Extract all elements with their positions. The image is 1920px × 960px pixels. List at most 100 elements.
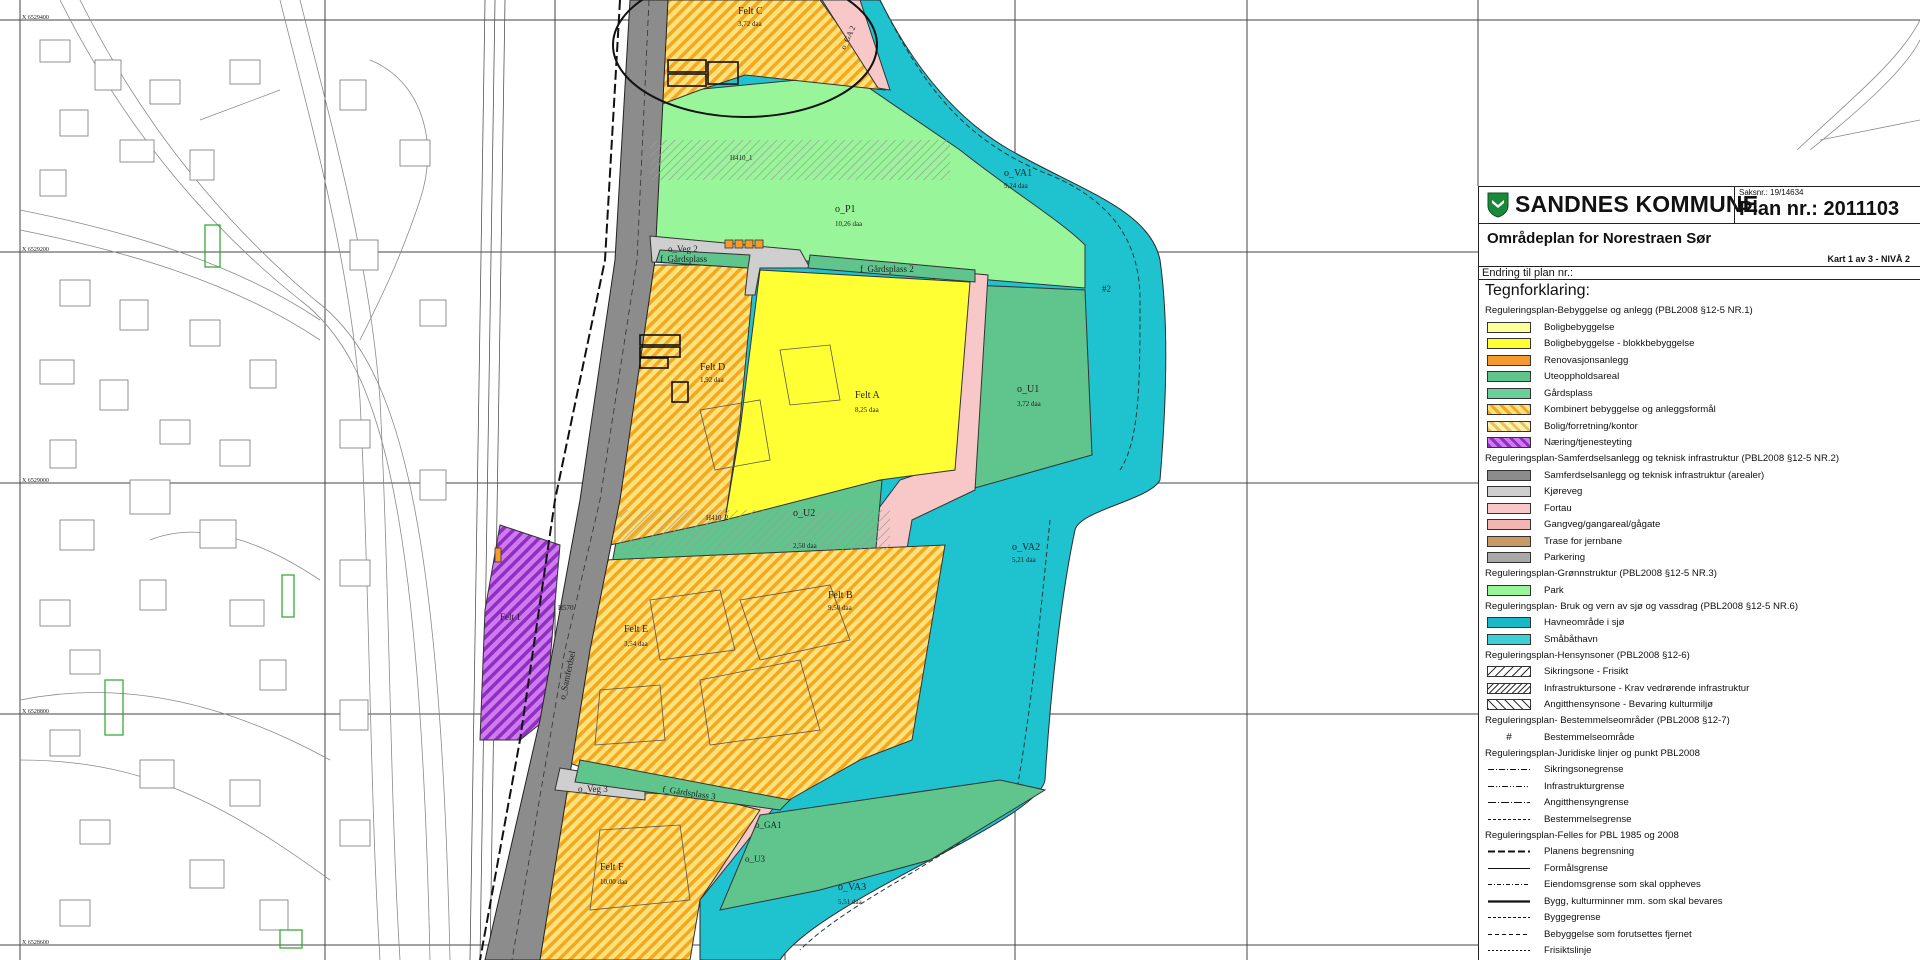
legend-symbol: # — [1506, 731, 1512, 743]
coord-label-2: X 6529200 — [22, 247, 49, 253]
legend-row: Bebyggelse som forutsettes fjernet — [1485, 926, 1920, 943]
legend-line-sample — [1487, 912, 1531, 923]
legend-row: Eiendomsgrense som skal oppheves — [1485, 877, 1920, 894]
legend-line-sample — [1487, 764, 1531, 775]
legend-row: Bolig/forretning/kontor — [1485, 418, 1920, 435]
legend-row: Bygg, kulturminner mm. som skal bevares — [1485, 893, 1920, 910]
legend-swatch — [1487, 469, 1531, 481]
plan-number: Plan nr.: 2011103 — [1739, 198, 1900, 220]
kommune-title: SANDNES KOMMUNE — [1515, 191, 1759, 217]
legend-hatch-swatch — [1487, 699, 1531, 711]
legend-row: Kjøreveg — [1485, 484, 1920, 501]
legend-row: Havneområde i sjø — [1485, 615, 1920, 632]
legend-section-heading: Reguleringsplan- Bruk og vern av sjø og … — [1485, 600, 1799, 612]
legend-label: Næring/tjenesteyting — [1544, 437, 1632, 449]
legend-row: Fortau — [1485, 500, 1920, 517]
legend-swatch — [1487, 617, 1531, 629]
label-gardsplass-2: f_Gårdsplass 2 — [860, 264, 914, 274]
legend-label: Parkering — [1544, 552, 1586, 564]
legend-label: Småbåthavn — [1544, 633, 1598, 645]
area-felt-b: 9,50 daa — [828, 604, 853, 612]
area-p1: 10,26 daa — [835, 220, 863, 228]
legend-swatch — [1487, 420, 1531, 432]
base-buildings — [39, 39, 447, 931]
area-va3: 5,51 daa — [838, 898, 863, 906]
legend-row: Renovasjonsanlegg — [1485, 352, 1920, 369]
area-felt-e: 3,54 daa — [624, 640, 649, 648]
legend-row: Kombinert bebyggelse og anleggsformål — [1485, 402, 1920, 419]
legend-line-sample — [1487, 945, 1531, 956]
legend-swatch — [1487, 633, 1531, 645]
legend-label: Frisiktslinje — [1544, 945, 1592, 957]
legend-hatch-swatch — [1487, 682, 1531, 694]
area-felt-c: 3,72 daa — [738, 20, 763, 28]
legend-label: Uteoppholdsareal — [1544, 371, 1620, 383]
legend-label: Gangveg/gangareal/gågate — [1544, 519, 1661, 531]
legend-row: Næring/tjenesteyting — [1485, 435, 1920, 452]
tegnforklaring-heading: Tegnforklaring: — [1485, 282, 1590, 299]
legend-label: Eiendomsgrense som skal oppheves — [1544, 879, 1701, 891]
label-felt-f: Felt F — [600, 862, 624, 873]
legend-row: Trase for jernbane — [1485, 533, 1920, 550]
legend-label: Boligbebyggelse — [1544, 321, 1615, 333]
legend-label: Bebyggelse som forutsettes fjernet — [1544, 928, 1692, 940]
label-felt-d: Felt D — [700, 362, 725, 373]
legend-line-sample — [1487, 846, 1531, 857]
legend-label: Samferdselsanlegg og teknisk infrastrukt… — [1544, 469, 1765, 481]
label-felt-e: Felt E — [624, 624, 648, 635]
legend-row: Sikringsone - Frisikt — [1485, 664, 1920, 681]
area-felt-d: 1,92 daa — [700, 376, 725, 384]
legend-row: Gårdsplass — [1485, 385, 1920, 402]
legend-swatch — [1487, 584, 1531, 596]
label-h570: H570 — [558, 604, 574, 612]
legend-label: Renovasjonsanlegg — [1544, 354, 1629, 366]
legend-hatch-swatch — [1487, 666, 1531, 678]
kart-label: Kart 1 av 3 - NIVÅ 2 — [1827, 254, 1910, 264]
legend-items: Reguleringsplan-Bebyggelse og anlegg (PB… — [1485, 303, 1920, 960]
legend-line-sample — [1487, 781, 1531, 792]
label-felt-a: Felt A — [855, 390, 881, 401]
legend-swatch — [1487, 338, 1531, 350]
label-felt-b: Felt B — [828, 590, 853, 601]
legend-row: # Bestemmelseområde — [1485, 729, 1920, 746]
legend-row: Samferdselsanlegg og teknisk infrastrukt… — [1485, 467, 1920, 484]
legend-row: Infrastruktursone - Krav vedrørende infr… — [1485, 680, 1920, 697]
legend-label: Infrastruktursone - Krav vedrørende infr… — [1544, 682, 1750, 694]
legend-swatch — [1487, 387, 1531, 399]
label-p1: o_P1 — [835, 204, 856, 215]
legend-row: Parkering — [1485, 550, 1920, 567]
legend-label: Sikringsonegrense — [1544, 764, 1624, 776]
label-h410-1: H410_1 — [730, 154, 753, 162]
label-felt-1: Felt 1 — [500, 612, 521, 622]
label-va3: o_VA3 — [838, 882, 866, 893]
legend-line-sample — [1487, 797, 1531, 808]
coord-label-5: X 6528600 — [22, 940, 49, 946]
legend-swatch — [1487, 519, 1531, 531]
endring-label: Endring til plan nr.: — [1479, 266, 1920, 280]
legend-label: Bygg, kulturminner mm. som skal bevares — [1544, 895, 1723, 907]
legend-swatch — [1487, 486, 1531, 498]
legend-row: Frisiktslinje — [1485, 943, 1920, 960]
legend-label: Trase for jernbane — [1544, 535, 1623, 547]
legend-label: Boligbebyggelse - blokkbebyggelse — [1544, 338, 1695, 350]
area-va2: 5,21 daa — [1012, 556, 1037, 564]
area-va1: 9,24 daa — [1004, 182, 1029, 190]
legend-label: Bestemmelseområde — [1544, 731, 1635, 743]
legend-swatch — [1487, 552, 1531, 564]
legend-row: Boligbebyggelse - blokkbebyggelse — [1485, 336, 1920, 353]
legend-label: Kjøreveg — [1544, 486, 1583, 498]
legend-header: SANDNES KOMMUNE Saksnr.: 19/14634 Plan n… — [1479, 186, 1920, 224]
legend-label: Bolig/forretning/kontor — [1544, 420, 1638, 432]
area-felt-f: 10,00 daa — [600, 878, 628, 886]
map-viewer[interactable]: Felt C 3,72 daa o_P1 10,26 daa Felt D 1,… — [0, 0, 1920, 960]
label-u1: o_U1 — [1017, 384, 1039, 395]
legend-section-heading: Reguleringsplan-Samferdselsanlegg og tek… — [1485, 453, 1840, 464]
label-hash-2: #2 — [1102, 284, 1111, 294]
legend-line-sample — [1487, 879, 1531, 890]
label-felt-c: Felt C — [738, 6, 763, 17]
legend-row: Angitthensyngrense — [1485, 795, 1920, 812]
area-felt-a: 8,25 daa — [855, 406, 880, 414]
legend-swatch — [1487, 354, 1531, 366]
label-u2: o_U2 — [793, 508, 815, 519]
label-veg2: o_Veg 2 — [668, 244, 698, 254]
